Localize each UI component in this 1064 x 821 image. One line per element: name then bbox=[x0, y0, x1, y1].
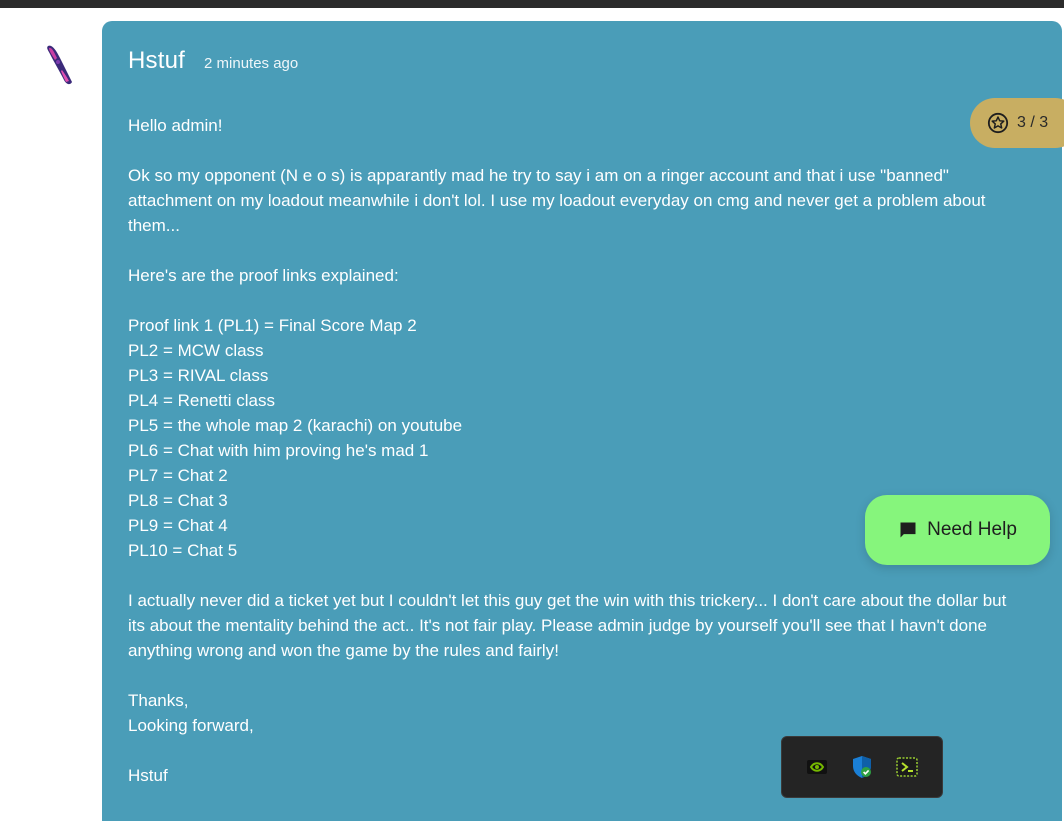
user-avatar[interactable] bbox=[40, 40, 80, 90]
message-line: PL6 = Chat with him proving he's mad 1 bbox=[128, 441, 429, 460]
message-timestamp: 2 minutes ago bbox=[204, 55, 299, 72]
message-line: anything wrong and won the game by the r… bbox=[128, 641, 559, 660]
security-shield-icon[interactable] bbox=[850, 755, 874, 779]
message-line: Looking forward, bbox=[128, 716, 254, 735]
message-line: Hello admin! bbox=[128, 116, 223, 135]
message-card: Hstuf 2 minutes ago Hello admin! Ok so my… bbox=[102, 21, 1062, 821]
avatar-image bbox=[47, 45, 72, 85]
need-help-button[interactable]: Need Help bbox=[865, 495, 1050, 565]
message-body: Hello admin! Ok so my opponent (N e o s) … bbox=[128, 113, 1028, 788]
message-line: PL7 = Chat 2 bbox=[128, 466, 228, 485]
need-help-label: Need Help bbox=[927, 519, 1017, 540]
message-line: PL4 = Renetti class bbox=[128, 391, 275, 410]
system-tray-popup bbox=[781, 736, 943, 798]
message-line: attachment on my loadout meanwhile i don… bbox=[128, 191, 986, 210]
message-line: Thanks, bbox=[128, 691, 189, 710]
nvidia-icon[interactable] bbox=[805, 755, 829, 779]
star-circle-icon bbox=[987, 112, 1009, 134]
message-line: them... bbox=[128, 216, 180, 235]
message-line: I actually never did a ticket yet but I … bbox=[128, 591, 1007, 610]
message-line: Proof link 1 (PL1) = Final Score Map 2 bbox=[128, 316, 417, 335]
reaction-count: 3 / 3 bbox=[1017, 114, 1049, 131]
chat-bubble-icon bbox=[900, 522, 916, 538]
message-line: Here's are the proof links explained: bbox=[128, 266, 399, 285]
window-top-bar bbox=[0, 0, 1064, 8]
message-line: PL3 = RIVAL class bbox=[128, 366, 269, 385]
message-line: PL2 = MCW class bbox=[128, 341, 264, 360]
author-name[interactable]: Hstuf bbox=[128, 47, 185, 75]
message-header: Hstuf 2 minutes ago bbox=[128, 47, 298, 75]
message-line: Ok so my opponent (N e o s) is apparantl… bbox=[128, 166, 949, 185]
reaction-counter-badge[interactable]: 3 / 3 bbox=[970, 98, 1064, 148]
message-line: PL5 = the whole map 2 (karachi) on youtu… bbox=[128, 416, 463, 435]
message-line: its about the mentality behind the act..… bbox=[128, 616, 987, 635]
terminal-app-icon[interactable] bbox=[895, 755, 919, 779]
